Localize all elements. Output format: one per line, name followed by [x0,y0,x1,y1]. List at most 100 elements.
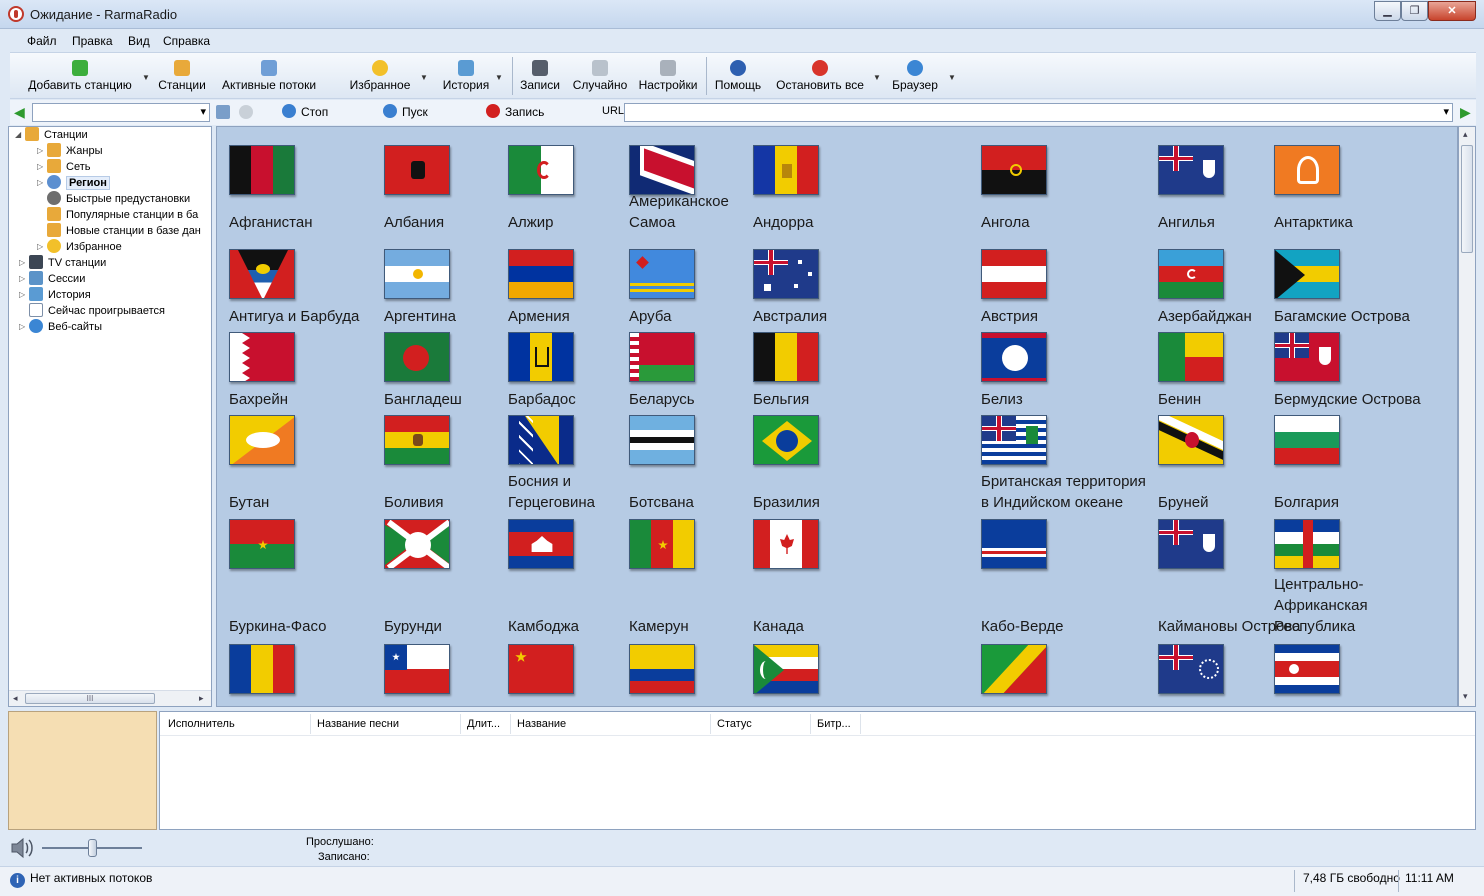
back-arrow-icon[interactable]: ◀ [14,104,25,121]
country-name[interactable]: Британская территория в Индийском океане [981,471,1156,513]
tree-item-new[interactable]: Новые станции в базе дан [37,223,201,239]
chevron-down-icon[interactable]: ▼ [948,73,956,82]
tree-item-presets[interactable]: Быстрые предустановки [37,191,190,207]
stations-button[interactable]: Станции [156,57,208,97]
menu-file[interactable]: Файл [27,34,57,48]
flag-bhutan-icon[interactable] [229,415,295,465]
flag-brunei-icon[interactable] [1158,415,1224,465]
flag-american-samoa-icon[interactable] [629,145,695,195]
collapse-icon[interactable]: ◢ [15,127,25,143]
flag-comoros-icon[interactable] [753,644,819,694]
column-divider[interactable] [460,714,461,734]
menu-help[interactable]: Справка [163,34,210,48]
country-name[interactable]: Австралия [753,306,903,327]
flag-brazil-icon[interactable] [753,415,819,465]
country-name[interactable]: Антарктика [1274,212,1439,233]
record-button[interactable]: Запись [505,105,544,119]
flag-azerbaijan-icon[interactable] [1158,249,1224,299]
close-button[interactable]: ✕ [1428,1,1476,21]
country-name[interactable]: Кабо-Верде [981,616,1156,637]
flag-cape-verde-icon[interactable] [981,519,1047,569]
flag-bangladesh-icon[interactable] [384,332,450,382]
flag-antarctica-icon[interactable] [1274,145,1340,195]
column-status[interactable]: Статус [717,718,752,730]
column-divider[interactable] [710,714,711,734]
country-name[interactable]: Центрально-Африканская Республика [1274,574,1439,637]
column-duration[interactable]: Длит... [467,718,500,730]
active-streams-button[interactable]: Активные потоки [218,57,320,97]
column-divider[interactable] [810,714,811,734]
stop-all-button[interactable]: Остановить все [774,57,866,97]
grid-vertical-scrollbar[interactable]: ▴ ▾ [1458,126,1476,707]
expand-icon[interactable]: ▷ [37,159,47,175]
country-name[interactable]: Канада [753,616,903,637]
flag-austria-icon[interactable] [981,249,1047,299]
country-name[interactable]: Бахрейн [229,389,379,410]
flag-australia-icon[interactable] [753,249,819,299]
flag-antigua-icon[interactable] [229,249,295,299]
expand-icon[interactable]: ▷ [19,319,29,335]
flag-bosnia-icon[interactable] [508,415,574,465]
flag-armenia-icon[interactable] [508,249,574,299]
flag-belize-icon[interactable] [981,332,1047,382]
play-button[interactable]: Пуск [402,105,428,119]
flag-china-icon[interactable] [508,644,574,694]
random-button[interactable]: Случайно [570,57,630,97]
chevron-down-icon[interactable]: ▼ [420,73,428,82]
tree-item-region[interactable]: ▷ Регион [37,175,110,191]
tree-horizontal-scrollbar[interactable]: ◂ III ▸ [9,690,211,706]
gear-icon[interactable] [239,105,253,119]
chevron-down-icon[interactable]: ▼ [495,73,503,82]
country-name[interactable]: Багамские Острова [1274,306,1439,327]
speaker-icon[interactable] [10,837,34,859]
chevron-down-icon[interactable]: ▼ [873,73,881,82]
flag-belgium-icon[interactable] [753,332,819,382]
column-divider[interactable] [310,714,311,734]
column-bitrate[interactable]: Битр... [817,718,851,730]
country-name[interactable]: Антигуа и Барбуда [229,306,379,327]
play-icon[interactable] [383,104,397,118]
flag-argentina-icon[interactable] [384,249,450,299]
settings-button[interactable]: Настройки [636,57,700,97]
flag-congo-icon[interactable] [981,644,1047,694]
column-divider[interactable] [860,714,861,734]
flag-cayman-icon[interactable] [1158,519,1224,569]
expand-icon[interactable]: ▷ [37,239,47,255]
chevron-down-icon[interactable]: ▼ [142,73,150,82]
go-arrow-icon[interactable]: ▶ [1460,104,1471,121]
history-button[interactable]: История [438,57,494,97]
flag-colombia-icon[interactable] [629,644,695,694]
country-name[interactable]: Ангола [981,212,1156,233]
flag-afghanistan-icon[interactable] [229,145,295,195]
country-name[interactable]: Болгария [1274,492,1439,513]
expand-icon[interactable]: ▷ [19,255,29,271]
flag-burkina-faso-icon[interactable] [229,519,295,569]
flag-benin-icon[interactable] [1158,332,1224,382]
flag-bolivia-icon[interactable] [384,415,450,465]
country-name[interactable]: Австрия [981,306,1156,327]
list-icon[interactable] [216,105,230,119]
country-name[interactable]: Буркина-Фасо [229,616,379,637]
column-divider[interactable] [510,714,511,734]
tree-item-favorites[interactable]: ▷ Избранное [37,239,122,255]
flag-burundi-icon[interactable] [384,519,450,569]
scroll-thumb[interactable]: III [25,693,155,704]
flag-bermuda-icon[interactable] [1274,332,1340,382]
tree-item-sessions[interactable]: ▷ Сессии [19,271,85,287]
menu-view[interactable]: Вид [128,34,150,48]
flag-anguilla-icon[interactable] [1158,145,1224,195]
tree-item-network[interactable]: ▷ Сеть [37,159,90,175]
scroll-right-icon[interactable]: ▸ [199,693,204,704]
column-artist[interactable]: Исполнитель [168,718,235,730]
country-name[interactable]: Андорра [753,212,903,233]
country-name[interactable]: Бразилия [753,492,903,513]
tree-item-websites[interactable]: ▷ Веб-сайты [19,319,102,335]
flag-albania-icon[interactable] [384,145,450,195]
flag-chile-icon[interactable] [384,644,450,694]
flag-cambodia-icon[interactable] [508,519,574,569]
column-song-title[interactable]: Название песни [317,718,399,730]
flag-bulgaria-icon[interactable] [1274,415,1340,465]
tree-item-now-playing[interactable]: Сейчас проигрывается [19,303,165,319]
tree-item-tv[interactable]: ▷ TV станции [19,255,106,271]
flag-bahrain-icon[interactable] [229,332,295,382]
